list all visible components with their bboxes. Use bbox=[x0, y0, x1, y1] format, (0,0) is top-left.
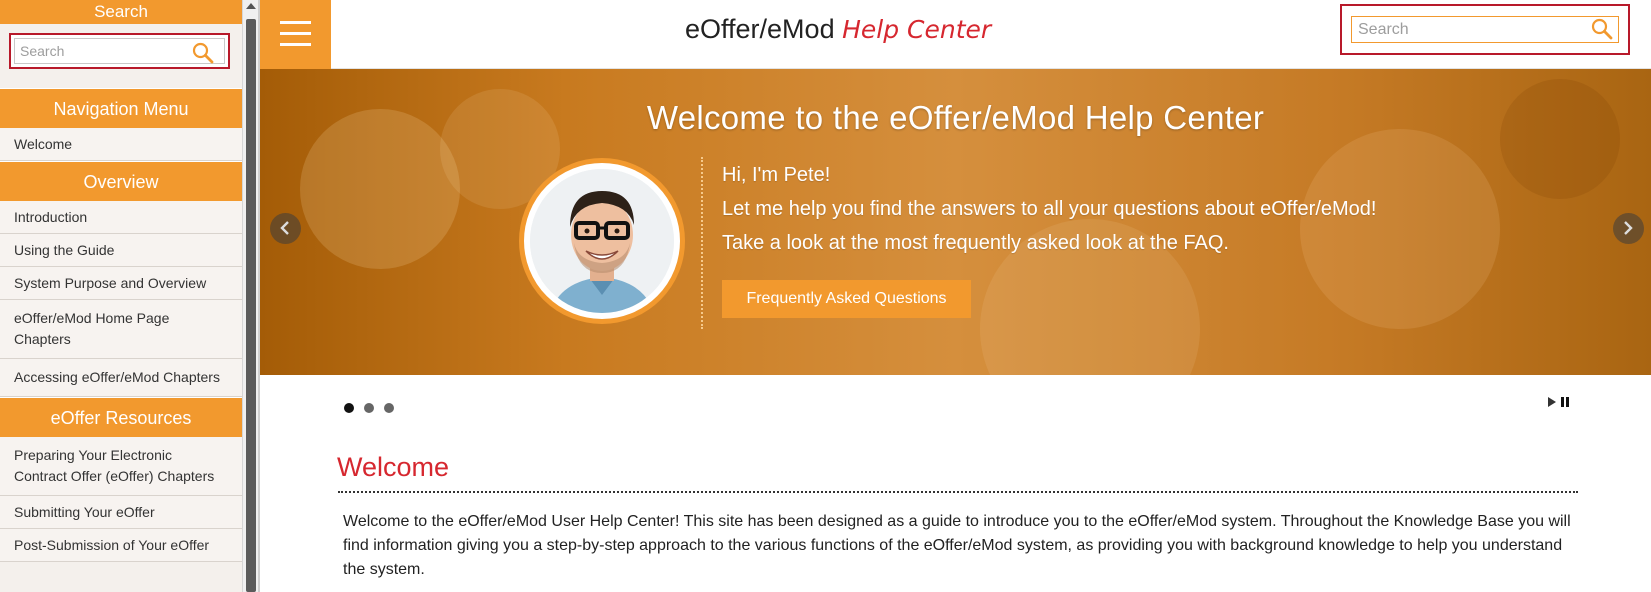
play-icon bbox=[1548, 397, 1556, 407]
scrollbar-thumb[interactable] bbox=[246, 19, 256, 592]
sidebar-item-submitting-eoffer[interactable]: Submitting Your eOffer bbox=[0, 496, 242, 529]
sidebar-search-highlight bbox=[9, 33, 230, 69]
search-icon[interactable] bbox=[192, 42, 214, 64]
hero-greeting: Hi, I'm Pete! bbox=[722, 164, 831, 186]
sidebar-item-preparing-eoffer[interactable]: Preparing Your Electronic Contract Offer… bbox=[0, 437, 242, 496]
top-bar: eOffer/eMod Help Center bbox=[260, 0, 1651, 69]
faq-button[interactable]: Frequently Asked Questions bbox=[722, 280, 971, 318]
scroll-up-arrow-icon[interactable] bbox=[246, 3, 256, 9]
sidebar-item-introduction[interactable]: Introduction bbox=[0, 201, 242, 234]
sidebar-item-post-submission[interactable]: Post-Submission of Your eOffer bbox=[0, 529, 242, 562]
header-search-field[interactable] bbox=[1351, 16, 1619, 43]
hero-carousel: Welcome to the eOffer/eMod Help Center H… bbox=[260, 69, 1651, 375]
sidebar-item-home-page-chapters[interactable]: eOffer/eMod Home Page Chapters bbox=[0, 300, 242, 359]
welcome-divider bbox=[338, 491, 1578, 493]
carousel-next-button[interactable] bbox=[1613, 213, 1644, 244]
hamburger-icon bbox=[280, 21, 311, 24]
hero-divider bbox=[701, 157, 703, 329]
sidebar-item-welcome[interactable]: Welcome bbox=[0, 128, 242, 161]
sidebar-search-area bbox=[0, 24, 242, 88]
header-search-input[interactable] bbox=[1352, 17, 1572, 42]
sidebar-search-title: Search bbox=[0, 0, 242, 24]
hero-line-1: Let me help you find the answers to all … bbox=[722, 198, 1377, 220]
carousel-prev-button[interactable] bbox=[270, 213, 301, 244]
site-title-accent: Help Center bbox=[842, 15, 992, 44]
hero-message: Hi, I'm Pete! Let me help you find the a… bbox=[722, 158, 1376, 260]
sidebar-search-input[interactable] bbox=[15, 39, 165, 63]
carousel-dot-2[interactable] bbox=[364, 403, 374, 413]
sidebar-scrollbar[interactable] bbox=[242, 0, 258, 592]
sidebar-section-overview[interactable]: Overview bbox=[0, 161, 242, 201]
sidebar: Search Navigation Menu Welcome Overview … bbox=[0, 0, 242, 592]
search-icon[interactable] bbox=[1591, 18, 1613, 40]
sidebar-item-system-purpose[interactable]: System Purpose and Overview bbox=[0, 267, 242, 300]
site-title-main: eOffer/eMod bbox=[685, 14, 835, 44]
welcome-heading: Welcome bbox=[337, 452, 450, 482]
sidebar-item-accessing-chapters[interactable]: Accessing eOffer/eMod Chapters bbox=[0, 359, 242, 397]
sidebar-search-field[interactable] bbox=[14, 38, 225, 64]
sidebar-section-navigation-menu[interactable]: Navigation Menu bbox=[0, 88, 242, 128]
chevron-right-icon bbox=[1624, 221, 1633, 235]
hero-line-2: Take a look at the most frequently asked… bbox=[722, 232, 1229, 254]
play-pause-control[interactable] bbox=[1546, 395, 1574, 409]
person-icon bbox=[530, 169, 674, 313]
header-search-highlight bbox=[1340, 4, 1630, 55]
carousel-dot-3[interactable] bbox=[384, 403, 394, 413]
welcome-body-text: Welcome to the eOffer/eMod User Help Cen… bbox=[343, 513, 1571, 578]
chevron-left-icon bbox=[280, 221, 289, 235]
main-content: eOffer/eMod Help Center Welcome to the e… bbox=[260, 0, 1651, 592]
sidebar-item-using-the-guide[interactable]: Using the Guide bbox=[0, 234, 242, 267]
carousel-dot-1[interactable] bbox=[344, 403, 354, 413]
sidebar-section-eoffer-resources[interactable]: eOffer Resources bbox=[0, 397, 242, 437]
hamburger-menu-button[interactable] bbox=[260, 0, 331, 69]
pete-portrait bbox=[530, 169, 674, 313]
pause-icon bbox=[1561, 397, 1569, 407]
site-title: eOffer/eMod Help Center bbox=[685, 14, 991, 45]
carousel-indicators bbox=[344, 398, 404, 417]
hero-title: Welcome to the eOffer/eMod Help Center bbox=[646, 99, 1265, 136]
avatar bbox=[519, 158, 685, 324]
